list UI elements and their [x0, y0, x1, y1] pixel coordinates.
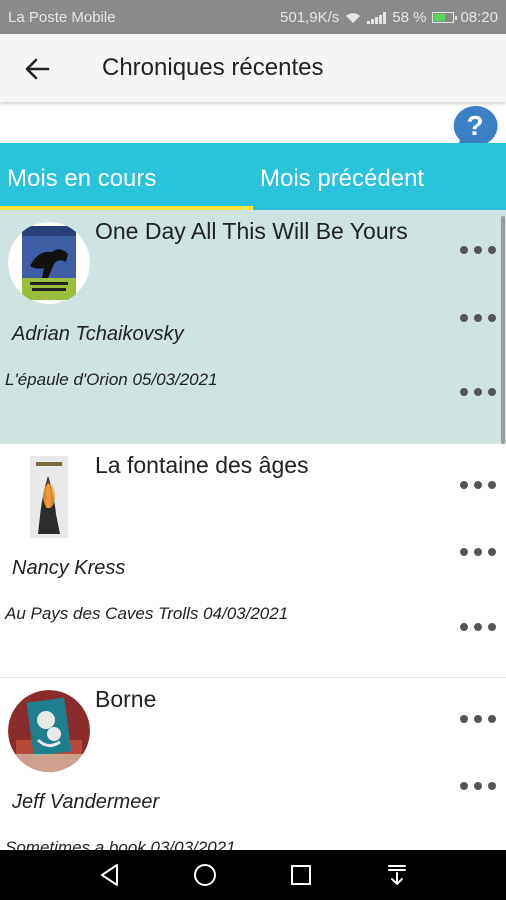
more-options-icon[interactable]: [460, 714, 496, 724]
review-list[interactable]: One Day All This Will Be Yours Adrian Tc…: [0, 210, 506, 850]
network-speed: 501,9K/s: [280, 9, 340, 26]
app-bar: Chroniques récentes: [0, 34, 506, 102]
tab-bar: Mois en cours Mois précédent: [0, 143, 506, 210]
back-triangle-icon[interactable]: [97, 862, 123, 888]
review-source: Au Pays des Caves Trolls 04/03/2021: [5, 604, 289, 623]
notification-pull-icon[interactable]: [384, 862, 410, 888]
list-item[interactable]: La fontaine des âges Nancy Kress Au Pays…: [0, 444, 506, 678]
recents-square-icon[interactable]: [288, 862, 314, 888]
list-item[interactable]: Borne Jeff Vandermeer Sometimes a book 0…: [0, 678, 506, 850]
system-nav-bar: [0, 850, 506, 900]
more-options-icon[interactable]: [460, 781, 496, 791]
book-author: Adrian Tchaikovsky: [12, 323, 184, 345]
book-author: Jeff Vandermeer: [12, 791, 160, 813]
signal-icon: [367, 11, 387, 24]
tab-previous-month[interactable]: Mois précédent: [260, 165, 424, 193]
status-indicators: 501,9K/s 58 % 08:20: [280, 9, 498, 26]
wifi-icon: [346, 12, 361, 23]
more-options-icon[interactable]: [460, 313, 496, 323]
home-circle-icon[interactable]: [192, 862, 218, 888]
book-title: Borne: [95, 686, 157, 712]
carrier-name: La Poste Mobile: [8, 9, 116, 26]
book-cover-image: [8, 456, 90, 538]
review-source: Sometimes a book 03/03/2021: [5, 838, 236, 850]
list-item[interactable]: One Day All This Will Be Yours Adrian Tc…: [0, 210, 506, 444]
more-options-icon[interactable]: [460, 480, 496, 490]
book-cover-image: [8, 690, 90, 772]
scrollbar[interactable]: [501, 216, 505, 444]
review-source: L'épaule d'Orion 05/03/2021: [5, 370, 218, 389]
more-options-icon[interactable]: [460, 622, 496, 632]
clock: 08:20: [460, 9, 498, 26]
more-options-icon[interactable]: [460, 245, 496, 255]
help-label: ?: [466, 110, 483, 141]
book-title: La fontaine des âges: [95, 452, 309, 478]
status-bar: La Poste Mobile 501,9K/s 58 % 08:20: [0, 0, 506, 34]
arrow-left-icon[interactable]: [22, 54, 52, 84]
battery-icon: [432, 12, 458, 23]
tab-current-month[interactable]: Mois en cours: [7, 165, 156, 193]
battery-percent: 58 %: [392, 9, 427, 26]
book-author: Nancy Kress: [12, 557, 126, 579]
more-options-icon[interactable]: [460, 547, 496, 557]
book-title: One Day All This Will Be Yours: [95, 218, 408, 244]
book-cover-image: [8, 222, 90, 304]
more-options-icon[interactable]: [460, 387, 496, 397]
page-title: Chroniques récentes: [102, 54, 324, 81]
